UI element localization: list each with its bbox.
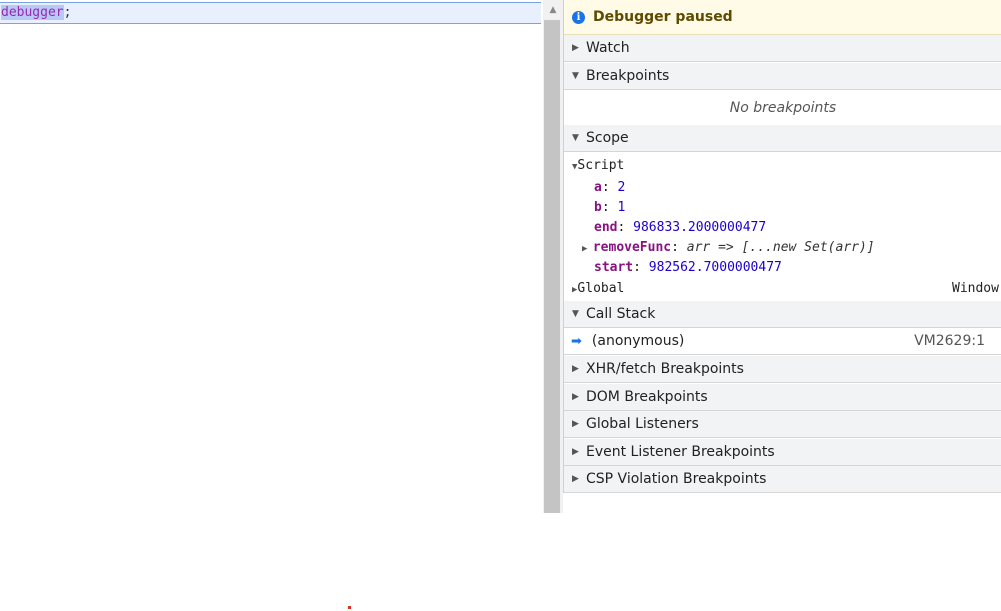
- scope-global-node[interactable]: ▶Global: [572, 281, 624, 298]
- section-label: Call Stack: [586, 306, 656, 322]
- code-line[interactable]: debugger;: [1, 5, 71, 21]
- scope-var-b[interactable]: b: 1: [594, 200, 625, 216]
- section-label: Scope: [586, 130, 629, 146]
- paused-message: Debugger paused: [593, 9, 733, 25]
- collapse-arrow-icon: ▼: [572, 133, 579, 143]
- current-frame-arrow-icon: ➡: [571, 333, 582, 349]
- scope-var-end[interactable]: end: 986833.2000000477: [594, 220, 766, 236]
- call-frame-location[interactable]: VM2629:1: [914, 333, 985, 349]
- section-event-listener-breakpoints[interactable]: ▶ Event Listener Breakpoints: [564, 439, 1001, 466]
- info-icon: i: [572, 10, 585, 24]
- section-csp-violation-breakpoints[interactable]: ▶ CSP Violation Breakpoints: [564, 466, 1001, 493]
- expand-arrow-icon: ▶: [572, 419, 579, 429]
- code-editor[interactable]: debugger;: [0, 0, 543, 513]
- collapse-arrow-icon: ▼: [572, 71, 579, 81]
- debugger-sidebar: i Debugger paused ▶ Watch ▼ Breakpoints …: [563, 0, 1001, 493]
- scope-var-a[interactable]: a: 2: [594, 180, 625, 196]
- semicolon: ;: [63, 5, 72, 20]
- expand-arrow-icon: ▶: [572, 447, 579, 457]
- section-label: Global Listeners: [586, 416, 699, 432]
- expand-arrow-icon: ▶: [572, 392, 579, 402]
- section-label: XHR/fetch Breakpoints: [586, 361, 744, 377]
- editor-scrollbar[interactable]: ▲: [543, 0, 563, 513]
- expand-arrow-icon: ▶: [572, 364, 579, 374]
- scope-global-label: Global: [577, 281, 625, 296]
- expand-arrow-icon: ▶: [582, 244, 593, 254]
- expand-arrow-icon: ▶: [572, 474, 579, 484]
- call-frame-name: (anonymous): [591, 333, 685, 349]
- section-call-stack[interactable]: ▼ Call Stack: [564, 301, 1001, 328]
- call-frame-row[interactable]: ➡ (anonymous) VM2629:1: [564, 328, 1001, 355]
- section-label: Event Listener Breakpoints: [586, 444, 775, 460]
- section-label: Watch: [586, 40, 630, 56]
- section-dom-breakpoints[interactable]: ▶ DOM Breakpoints: [564, 384, 1001, 411]
- no-breakpoints-message: No breakpoints: [564, 90, 1001, 126]
- debugger-paused-banner: i Debugger paused: [564, 0, 1001, 35]
- scrollbar-thumb[interactable]: [544, 20, 560, 513]
- current-line-highlight: debugger;: [0, 2, 541, 24]
- section-watch[interactable]: ▶ Watch: [564, 35, 1001, 62]
- section-label: CSP Violation Breakpoints: [586, 471, 767, 487]
- section-breakpoints[interactable]: ▼ Breakpoints: [564, 63, 1001, 90]
- section-scope[interactable]: ▼ Scope: [564, 125, 1001, 152]
- section-label: Breakpoints: [586, 68, 670, 84]
- scope-var-start[interactable]: start: 982562.7000000477: [594, 260, 782, 276]
- scope-script-label: Script: [577, 158, 625, 173]
- stray-cursor-mark: [348, 606, 351, 609]
- collapse-arrow-icon: ▼: [572, 309, 579, 319]
- section-label: DOM Breakpoints: [586, 389, 708, 405]
- section-xhr-breakpoints[interactable]: ▶ XHR/fetch Breakpoints: [564, 356, 1001, 383]
- debugger-keyword: debugger: [1, 5, 64, 20]
- scope-var-removefunc[interactable]: ▶ removeFunc: arr => [...new Set(arr)]: [582, 240, 875, 257]
- scope-global-value: Window: [952, 281, 999, 296]
- expand-arrow-icon: ▶: [572, 43, 579, 53]
- scroll-up-arrow-icon[interactable]: ▲: [543, 0, 563, 20]
- section-global-listeners[interactable]: ▶ Global Listeners: [564, 411, 1001, 438]
- scope-script-node[interactable]: ▼Script: [572, 158, 624, 175]
